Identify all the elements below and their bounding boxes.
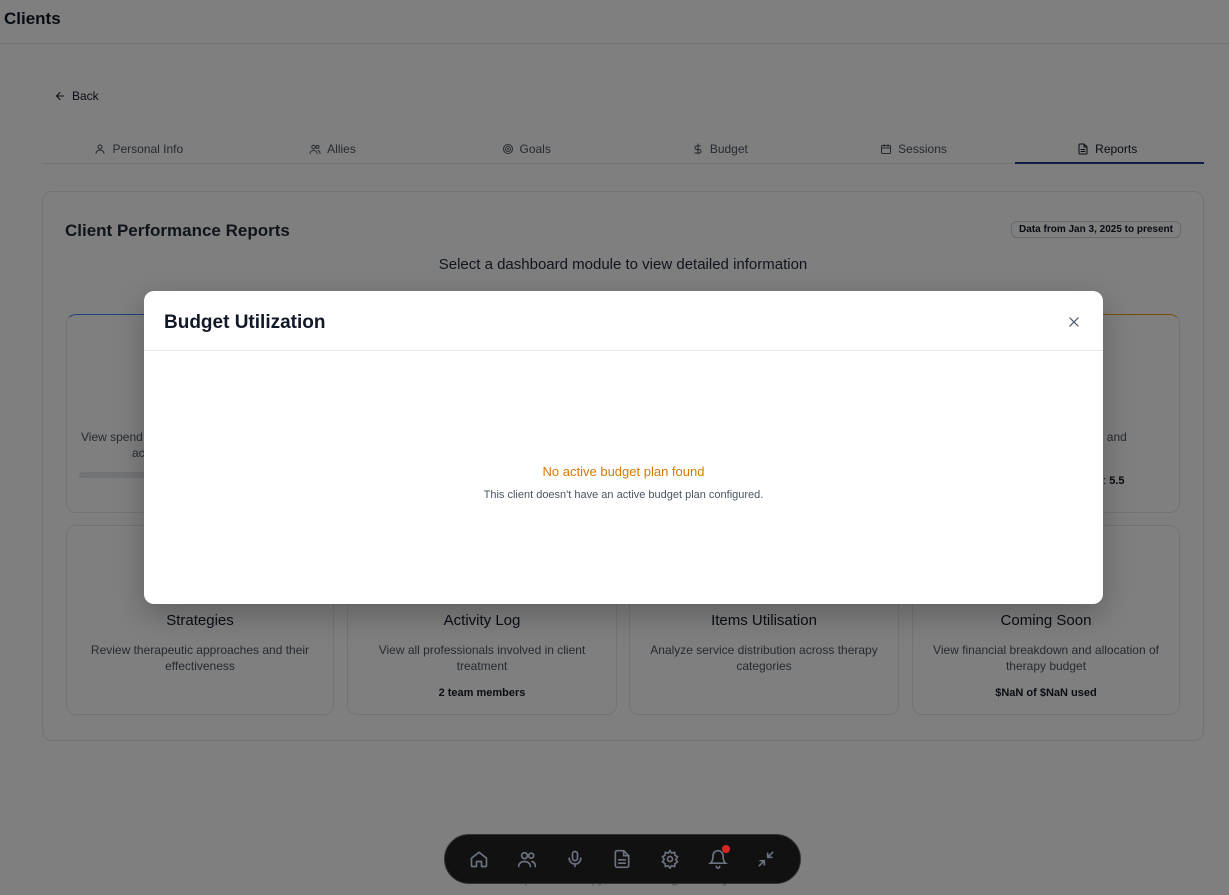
notification-dot: [722, 845, 731, 853]
document-icon: [614, 849, 630, 869]
budget-utilization-modal: Budget Utilization No active budget plan…: [144, 291, 1103, 604]
empty-state-description: This client doesn't have an active budge…: [483, 489, 764, 501]
gear-icon: [661, 849, 679, 870]
dock-clients-button[interactable]: [517, 849, 537, 869]
modal-header: Budget Utilization: [144, 291, 1103, 351]
dock-documents-button[interactable]: [612, 849, 632, 869]
users-icon: [517, 851, 536, 868]
close-icon: [1069, 317, 1079, 327]
microphone-icon: [567, 850, 582, 868]
dock-notifications-button[interactable]: [707, 845, 731, 869]
dock-minimize-button[interactable]: [756, 849, 776, 869]
close-button[interactable]: [1067, 315, 1081, 329]
dock-microphone-button[interactable]: [565, 849, 585, 869]
home-icon: [470, 851, 488, 868]
dock-settings-button[interactable]: [660, 849, 680, 870]
floating-dock: [444, 834, 801, 884]
minimize-icon: [758, 851, 774, 867]
dock-home-button[interactable]: [469, 849, 489, 869]
empty-state-title: No active budget plan found: [542, 464, 705, 479]
modal-title: Budget Utilization: [164, 312, 326, 333]
